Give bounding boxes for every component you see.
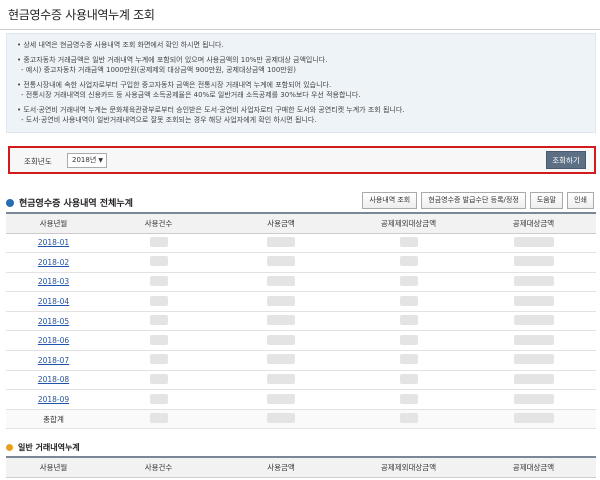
- redacted-value: [513, 354, 554, 365]
- redacted-value: [267, 334, 295, 345]
- redacted-value: [149, 236, 168, 247]
- month-link[interactable]: 2018-03: [38, 277, 69, 286]
- redacted-value: [513, 413, 554, 424]
- redacted-value: [513, 275, 554, 286]
- column-header: 사용년월: [6, 212, 101, 234]
- column-header: 사용년월: [6, 456, 101, 478]
- redacted-value: [399, 295, 418, 306]
- month-link[interactable]: 2018-01: [38, 238, 69, 247]
- title-divider: [0, 29, 600, 30]
- help-button[interactable]: 도움말: [529, 192, 564, 209]
- redacted-value: [267, 256, 295, 267]
- redacted-value: [267, 373, 295, 384]
- notice-line: • 전통시장내에 속한 사업자로부터 구입한 중고자동차 금액은 전통시장 거래…: [17, 80, 332, 89]
- year-select[interactable]: 2018년 ▼: [67, 153, 107, 168]
- issue-method-register-button[interactable]: 현금영수증 발급수단 등록/정정: [421, 192, 526, 209]
- redacted-value: [267, 275, 295, 286]
- table-row: 2018-05: [6, 311, 596, 332]
- section-title-text: 현금영수증 사용내역 전체누계: [19, 199, 133, 209]
- redacted-value: [513, 315, 554, 326]
- redacted-value: [149, 334, 168, 345]
- notice-line: - 도서·공연비 사용내역이 일반거래내역으로 잘못 조회되는 경우 해당 사업…: [21, 116, 317, 124]
- column-header: 사용금액: [216, 456, 346, 478]
- redacted-value: [399, 236, 418, 247]
- month-link[interactable]: 2018-08: [38, 375, 69, 384]
- redacted-value: [513, 295, 554, 306]
- redacted-value: [267, 315, 295, 326]
- redacted-value: [149, 373, 168, 384]
- redacted-value: [399, 315, 418, 326]
- general-usage-table: 사용년월 사용건수 사용금액 공제제외대상금액 공제대상금액: [6, 456, 596, 478]
- month-link[interactable]: 2018-07: [38, 356, 69, 365]
- month-link[interactable]: 2018-04: [38, 297, 69, 306]
- column-header: 공제제외대상금액: [346, 456, 471, 478]
- column-header: 사용건수: [101, 212, 216, 234]
- column-header: 공제대상금액: [471, 456, 596, 478]
- section-bullet-icon: [6, 198, 14, 207]
- total-row: 총합계: [6, 409, 596, 430]
- month-link[interactable]: 2018-09: [38, 395, 69, 404]
- redacted-value: [513, 236, 554, 247]
- redacted-value: [267, 393, 295, 404]
- section-title-general: 일반 거래내역누계: [6, 442, 80, 453]
- table-row: 2018-07: [6, 350, 596, 371]
- redacted-value: [267, 236, 295, 247]
- usage-history-button[interactable]: 사용내역 조회: [362, 192, 418, 209]
- year-filter-panel: 조회년도 2018년 ▼ 조회하기: [8, 146, 596, 174]
- notice-line: - 전통시장 거래내역의 신용카드 등 사용금액 소득공제율은 40%로 일반거…: [21, 91, 361, 99]
- redacted-value: [267, 295, 295, 306]
- notice-line: - 예시) 중고자동차 거래금액 1000만원(공제제외 대상금액 900만원,…: [21, 66, 296, 74]
- table-row: 2018-06: [6, 330, 596, 352]
- redacted-value: [267, 413, 295, 424]
- search-button[interactable]: 조회하기: [546, 151, 586, 169]
- column-header: 사용건수: [101, 456, 216, 478]
- table-row: 2018-09: [6, 389, 596, 410]
- table-row: 2018-03: [6, 272, 596, 293]
- redacted-value: [149, 315, 168, 326]
- redacted-value: [399, 275, 418, 286]
- section-bullet-icon: [6, 444, 13, 451]
- month-link[interactable]: 2018-06: [38, 336, 69, 345]
- dropdown-arrow-icon: ▼: [98, 157, 103, 164]
- redacted-value: [149, 393, 168, 404]
- redacted-value: [149, 256, 168, 267]
- redacted-value: [267, 354, 295, 365]
- page-title: 현금영수증 사용내역누계 조회: [8, 8, 155, 22]
- redacted-value: [513, 334, 554, 345]
- total-usage-table: 사용년월 사용건수 사용금액 공제제외대상금액 공제대상금액 2018-01 2…: [6, 212, 596, 430]
- redacted-value: [399, 354, 418, 365]
- redacted-value: [399, 413, 418, 424]
- redacted-value: [149, 295, 168, 306]
- notice-line: • 중고자동차 거래금액은 일반 거래내역 누계에 포함되어 있으며 사용금액의…: [17, 55, 328, 64]
- section-title-total: 현금영수증 사용내역 전체누계: [6, 196, 133, 209]
- redacted-value: [149, 275, 168, 286]
- redacted-value: [399, 256, 418, 267]
- month-link[interactable]: 2018-05: [38, 317, 69, 326]
- redacted-value: [513, 393, 554, 404]
- notice-line: • 도서·공연비 거래내역 누계는 문화체육관광부로부터 승인받은 도서·공연비…: [17, 105, 405, 114]
- year-filter-label: 조회년도: [24, 157, 52, 166]
- table-row: 2018-02: [6, 252, 596, 273]
- section-title-text: 일반 거래내역누계: [18, 443, 80, 452]
- total-label: 총합계: [6, 409, 101, 430]
- column-header: 사용금액: [216, 212, 346, 234]
- notice-line: • 상세 내역은 현금영수증 사용내역 조회 화면에서 확인 하시면 됩니다.: [17, 41, 224, 49]
- column-header: 공제대상금액: [471, 212, 596, 234]
- table-row: 2018-08: [6, 370, 596, 391]
- year-select-value: 2018년: [72, 156, 97, 164]
- redacted-value: [399, 334, 418, 345]
- action-toolbar: 사용내역 조회 현금영수증 발급수단 등록/정정 도움말 인쇄: [362, 192, 594, 209]
- redacted-value: [149, 354, 168, 365]
- redacted-value: [399, 373, 418, 384]
- redacted-value: [513, 373, 554, 384]
- column-header: 공제제외대상금액: [346, 212, 471, 234]
- redacted-value: [399, 393, 418, 404]
- table-row: 2018-01: [6, 233, 596, 254]
- notice-box: • 상세 내역은 현금영수증 사용내역 조회 화면에서 확인 하시면 됩니다. …: [6, 33, 596, 133]
- redacted-value: [149, 413, 168, 424]
- month-link[interactable]: 2018-02: [38, 258, 69, 267]
- redacted-value: [513, 256, 554, 267]
- print-button[interactable]: 인쇄: [567, 192, 594, 209]
- table-row: 2018-04: [6, 291, 596, 312]
